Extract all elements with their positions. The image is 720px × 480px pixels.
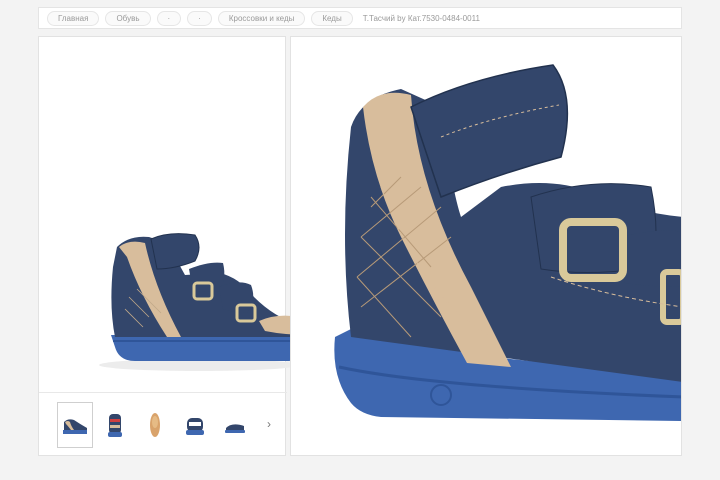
breadcrumb-item-shoes[interactable]: Обувь — [105, 10, 151, 26]
breadcrumb-item-keds[interactable]: Кеды — [311, 10, 353, 26]
next-thumbnail-arrow-icon[interactable]: › — [267, 417, 271, 431]
zoomed-product-image[interactable] — [291, 37, 682, 456]
insole-thumb-icon — [150, 413, 160, 437]
breadcrumb-item-sub2[interactable]: · — [187, 10, 212, 26]
breadcrumb: Главная Обувь · · Кроссовки и кеды Кеды … — [38, 7, 682, 29]
breadcrumb-item-sub1[interactable]: · — [156, 10, 182, 26]
thumbnail-2[interactable] — [97, 402, 133, 448]
zoom-view — [290, 36, 682, 456]
breadcrumb-item-sneakers[interactable]: Кроссовки и кеды — [217, 10, 306, 26]
thumbnail-4[interactable] — [177, 402, 213, 448]
sandal-side-thumb-icon — [63, 419, 87, 434]
breadcrumb-item-home[interactable]: Главная — [47, 10, 100, 26]
sandal-top-thumb-icon — [186, 418, 204, 435]
product-gallery: › — [38, 36, 314, 456]
sandal-back-thumb-icon — [225, 424, 245, 433]
thumbnail-5[interactable] — [217, 402, 253, 448]
main-product-image[interactable] — [89, 217, 314, 377]
thumbnail-strip — [57, 399, 287, 451]
thumbnail-1[interactable] — [57, 402, 93, 448]
breadcrumb-current: Т.Тасчий by Кат.7530-0484-0011 — [362, 13, 480, 23]
sandal-front-thumb-icon — [108, 414, 122, 437]
thumbnail-3[interactable] — [137, 402, 173, 448]
divider — [39, 392, 287, 393]
